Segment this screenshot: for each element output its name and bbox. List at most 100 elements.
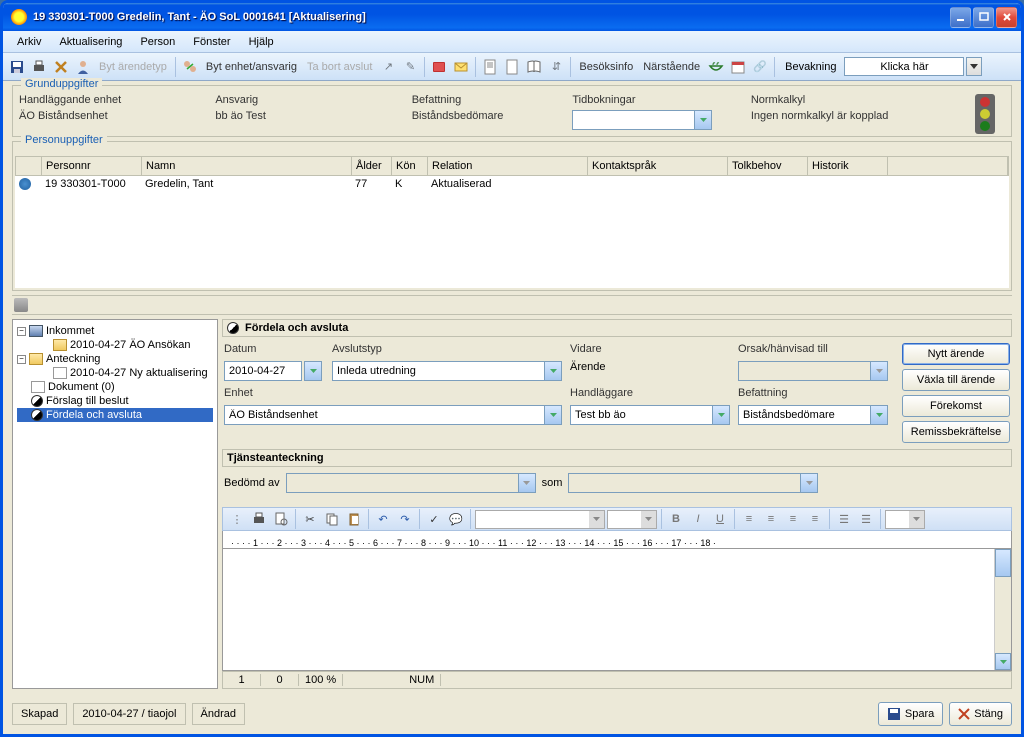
menu-hjalp[interactable]: Hjälp	[241, 33, 282, 51]
tree-inkommet[interactable]: − Inkommet	[17, 324, 213, 338]
handlaggare-dropdown[interactable]: Test bb äo	[570, 405, 730, 425]
row-alder: 77	[351, 176, 391, 194]
swap-icon[interactable]	[180, 57, 200, 77]
person-row[interactable]: 19 330301-T000 Gredelin, Tant 77 K Aktua…	[15, 176, 1009, 194]
page-icon	[53, 367, 67, 379]
rte-size-dropdown[interactable]	[607, 510, 657, 529]
datum-input[interactable]: 2010-04-27	[224, 361, 302, 381]
calendar-icon[interactable]	[728, 57, 748, 77]
rte-cut-icon[interactable]: ✂	[300, 509, 320, 529]
tool-icon-3[interactable]: ⇵	[546, 57, 566, 77]
rte-bold-icon[interactable]: B	[666, 509, 686, 529]
menu-aktualisering[interactable]: Aktualisering	[51, 33, 130, 51]
vaxla-button[interactable]: Växla till ärende	[902, 369, 1010, 391]
rte-undo-icon[interactable]: ↶	[373, 509, 393, 529]
scroll-down-icon[interactable]	[995, 653, 1011, 670]
byt-enhet-button[interactable]: Byt enhet/ansvarig	[202, 61, 301, 73]
rte-redo-icon[interactable]: ↷	[395, 509, 415, 529]
rte-align-justify-icon[interactable]: ≡	[805, 509, 825, 529]
chevron-down-icon	[712, 406, 729, 424]
rte-bullets-icon[interactable]: ☰	[834, 509, 854, 529]
rte-preview-icon[interactable]	[271, 509, 291, 529]
normkalkyl-label: Normkalkyl	[751, 94, 965, 106]
rte-align-right-icon[interactable]: ≡	[783, 509, 803, 529]
open-book-icon[interactable]	[524, 57, 544, 77]
tree-toggle-1[interactable]: −	[17, 327, 26, 336]
col-relation[interactable]: Relation	[428, 157, 588, 175]
tool-icon-2[interactable]: ✎	[400, 57, 420, 77]
befattning-value: Biståndsbedömare	[412, 110, 573, 122]
menu-arkiv[interactable]: Arkiv	[9, 33, 49, 51]
rte-italic-icon[interactable]: I	[688, 509, 708, 529]
rte-paste-icon[interactable]	[344, 509, 364, 529]
bevakning-select[interactable]: Klicka här	[844, 57, 964, 76]
befattning2-dropdown[interactable]: Biståndsbedömare	[738, 405, 888, 425]
chevron-down-icon	[800, 474, 817, 492]
mail-icon[interactable]	[451, 57, 471, 77]
nytt-arende-button[interactable]: Nytt ärende	[902, 343, 1010, 365]
tree-anteckning[interactable]: − Anteckning	[17, 352, 213, 366]
bevakning-dropdown-arrow[interactable]	[966, 57, 982, 76]
datum-picker[interactable]	[304, 361, 322, 381]
rte-spellcheck-icon[interactable]: ✓	[424, 509, 444, 529]
doc-icon-1[interactable]	[480, 57, 500, 77]
col-historik[interactable]: Historik	[808, 157, 888, 175]
bedomd-dropdown[interactable]	[286, 473, 536, 493]
forekomst-button[interactable]: Förekomst	[902, 395, 1010, 417]
tree-fordela[interactable]: Fördela och avsluta	[17, 408, 213, 422]
tree-inkommet-child[interactable]: 2010-04-27 ÄO Ansökan	[17, 338, 213, 352]
tree-dokument[interactable]: Dokument (0)	[17, 380, 213, 394]
tree-anteckning-child[interactable]: 2010-04-27 Ny aktualisering	[17, 366, 213, 380]
menu-person[interactable]: Person	[132, 33, 183, 51]
rte-align-left-icon[interactable]: ≡	[739, 509, 759, 529]
tidbok-dropdown[interactable]	[572, 110, 712, 130]
narstaende-button[interactable]: Närstående	[639, 61, 704, 73]
som-dropdown[interactable]	[568, 473, 818, 493]
ansvarig-value: bb äo Test	[215, 110, 411, 122]
print-icon[interactable]	[29, 57, 49, 77]
enhet-dropdown[interactable]: ÄO Biståndsenhet	[224, 405, 562, 425]
som-label: som	[542, 477, 563, 489]
besoksinfo-button[interactable]: Besöksinfo	[575, 61, 637, 73]
remiss-button[interactable]: Remissbekräftelse	[902, 421, 1010, 443]
link-icon[interactable]: 🔗	[750, 57, 770, 77]
stang-button[interactable]: Stäng	[949, 702, 1012, 726]
rte-underline-icon[interactable]: U	[710, 509, 730, 529]
close-button[interactable]	[996, 7, 1017, 28]
orsak-dropdown[interactable]	[738, 361, 888, 381]
delete-icon[interactable]	[51, 57, 71, 77]
spara-button[interactable]: Spara	[878, 702, 943, 726]
tree-toggle-2[interactable]: −	[17, 355, 26, 364]
avslutstyp-dropdown[interactable]: Inleda utredning	[332, 361, 562, 381]
rte-color-dropdown[interactable]	[885, 510, 925, 529]
col-alder[interactable]: Ålder	[352, 157, 392, 175]
circle-icon	[227, 322, 239, 334]
rte-print-icon[interactable]	[249, 509, 269, 529]
rte-numbers-icon[interactable]: ☰	[856, 509, 876, 529]
menu-fonster[interactable]: Fönster	[185, 33, 238, 51]
tree-forslag[interactable]: Förslag till beslut	[17, 394, 213, 408]
col-kon[interactable]: Kön	[392, 157, 428, 175]
rte-align-center-icon[interactable]: ≡	[761, 509, 781, 529]
maximize-button[interactable]	[973, 7, 994, 28]
col-personnr[interactable]: Personnr	[42, 157, 142, 175]
bedomd-label: Bedömd av	[224, 477, 280, 489]
rte-editor[interactable]	[222, 549, 1012, 671]
person-icon[interactable]	[73, 57, 93, 77]
scroll-thumb[interactable]	[995, 549, 1011, 577]
tool-icon-1[interactable]: ↗	[378, 57, 398, 77]
col-kontaktsprak[interactable]: Kontaktspråk	[588, 157, 728, 175]
rte-style-dropdown[interactable]	[475, 510, 605, 529]
minimize-button[interactable]	[950, 7, 971, 28]
save-icon[interactable]	[7, 57, 27, 77]
rte-speech-icon[interactable]: 💬	[446, 509, 466, 529]
database-icon[interactable]	[14, 298, 28, 312]
status-line: 0	[261, 674, 299, 686]
bowl-icon[interactable]	[706, 57, 726, 77]
doc-icon-2[interactable]	[502, 57, 522, 77]
col-tolkbehov[interactable]: Tolkbehov	[728, 157, 808, 175]
book-icon[interactable]	[429, 57, 449, 77]
scrollbar[interactable]	[994, 549, 1011, 670]
col-namn[interactable]: Namn	[142, 157, 352, 175]
rte-copy-icon[interactable]	[322, 509, 342, 529]
